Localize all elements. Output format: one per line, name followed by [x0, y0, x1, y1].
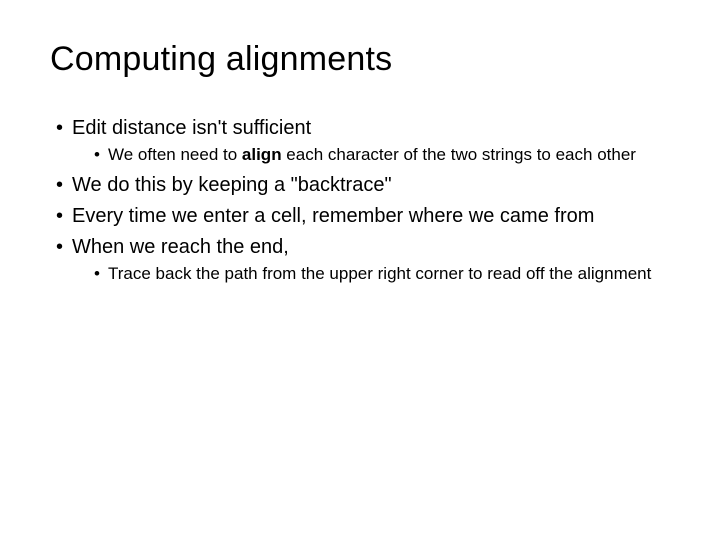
sub-bullet-text-pre: We often need to: [108, 145, 242, 164]
bullet-item-1: Edit distance isn't sufficient We often …: [56, 115, 670, 166]
bullet-text: Every time we enter a cell, remember whe…: [72, 205, 594, 227]
sub-bullet-list: We often need to align each character of…: [72, 144, 670, 166]
sub-bullet-list: Trace back the path from the upper right…: [72, 263, 670, 285]
sub-bullet-item: We often need to align each character of…: [94, 144, 670, 166]
sub-bullet-text: Trace back the path from the upper right…: [108, 264, 651, 283]
sub-bullet-text-bold: align: [242, 145, 282, 164]
bullet-item-2: We do this by keeping a "backtrace": [56, 172, 670, 199]
bullet-item-3: Every time we enter a cell, remember whe…: [56, 203, 670, 230]
slide-title: Computing alignments: [50, 40, 670, 79]
bullet-item-4: When we reach the end, Trace back the pa…: [56, 234, 670, 285]
sub-bullet-item: Trace back the path from the upper right…: [94, 263, 670, 285]
bullet-list: Edit distance isn't sufficient We often …: [50, 115, 670, 285]
bullet-text: We do this by keeping a "backtrace": [72, 174, 392, 196]
bullet-text: Edit distance isn't sufficient: [72, 117, 311, 139]
bullet-text: When we reach the end,: [72, 236, 289, 258]
slide: Computing alignments Edit distance isn't…: [0, 0, 720, 540]
sub-bullet-text-post: each character of the two strings to eac…: [282, 145, 636, 164]
